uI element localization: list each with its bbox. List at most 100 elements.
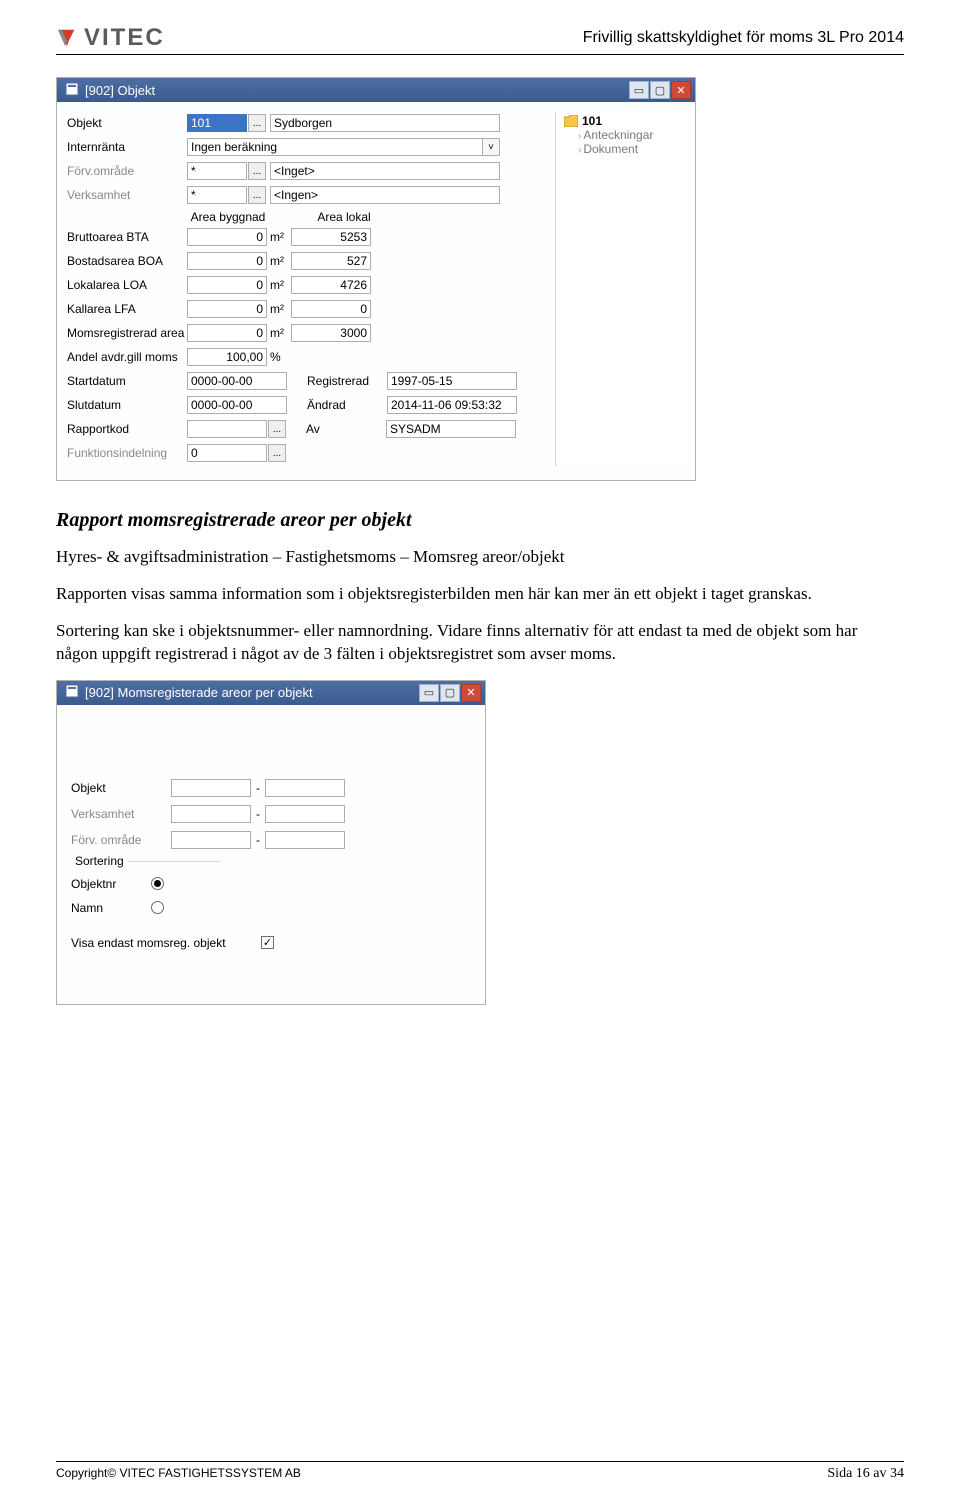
window2-title: [902] Momsregisterade areor per objekt [85,685,313,700]
forv-lookup-button[interactable]: ... [248,162,266,180]
doc-header: VITEC Frivillig skattskyldighet för moms… [56,24,904,55]
loa-l-input[interactable] [291,276,371,294]
label-rapportkod: Rapportkod [67,422,187,436]
verks-lookup-button[interactable]: ... [248,186,266,204]
radio-objektnr[interactable] [151,877,164,890]
boa-l-input[interactable] [291,252,371,270]
sortering-group: Sortering Objektnr Namn [71,861,221,918]
window-title: [902] Objekt [85,83,155,98]
w2-objekt-to[interactable] [265,779,345,797]
andel-input[interactable] [187,348,267,366]
checkbox-visa-momsreg[interactable]: ✓ [261,936,274,949]
tree-item-anteckningar[interactable]: ›Anteckningar [564,128,685,142]
body-p3: Sortering kan ske i objektsnummer- eller… [56,620,896,666]
close-button[interactable]: ✕ [461,684,481,702]
lfa-l-input[interactable] [291,300,371,318]
label-boa: Bostadsarea BOA [67,254,187,268]
body-p2: Rapporten visas samma information som i … [56,583,896,606]
objekt-lookup-button[interactable]: ... [248,114,266,132]
forv-code-input[interactable] [187,162,247,180]
startdatum-input[interactable] [187,372,287,390]
label-lfa: Kallarea LFA [67,302,187,316]
label-startdatum: Startdatum [67,374,187,388]
label-forv: Förv.område [67,164,187,178]
label-registrerad: Registrerad [307,374,387,388]
w2-forv-from[interactable] [171,831,251,849]
lfa-b-input[interactable] [187,300,267,318]
slutdatum-input[interactable] [187,396,287,414]
w2-objekt-from[interactable] [171,779,251,797]
titlebar: [902] Objekt ▭ ▢ ✕ [57,78,695,102]
funk-lookup-button[interactable]: ... [268,444,286,462]
verks-name-input[interactable] [270,186,500,204]
w2-label-objekt: Objekt [71,781,171,795]
rapportkod-input[interactable] [187,420,267,438]
w2-forv-to[interactable] [265,831,345,849]
label-funk: Funktionsindelning [67,446,187,460]
logo-text: VITEC [84,24,165,52]
colhead-byggnad: Area byggnad [187,210,269,224]
dash: - [251,781,265,795]
minimize-button[interactable]: ▭ [419,684,439,702]
app-icon [65,82,79,99]
momsreg-window: [902] Momsregisterade areor per objekt ▭… [56,680,486,1005]
label-verks: Verksamhet [67,188,187,202]
verks-code-input[interactable] [187,186,247,204]
forv-name-input[interactable] [270,162,500,180]
w2-label-visa: Visa endast momsreg. objekt [71,936,261,950]
objekt-id-input[interactable] [187,114,247,132]
label-andrad: Ändrad [307,398,387,412]
titlebar-2: [902] Momsregisterade areor per objekt ▭… [57,681,485,705]
maximize-button[interactable]: ▢ [440,684,460,702]
label-slutdatum: Slutdatum [67,398,187,412]
body-p1: Hyres- & avgiftsadministration – Fastigh… [56,546,896,569]
label-objekt: Objekt [67,116,187,130]
tree-item-dokument[interactable]: ›Dokument [564,142,685,156]
label-loa: Lokalarea LOA [67,278,187,292]
funk-input[interactable] [187,444,267,462]
label-andel: Andel avdr.gill moms [67,350,187,364]
objekt-name-input[interactable] [270,114,500,132]
minimize-button[interactable]: ▭ [629,81,649,99]
av-input [386,420,516,438]
label-av: Av [306,422,386,436]
footer-page: Sida 16 av 34 [827,1466,904,1482]
page-footer: Copyright© VITEC FASTIGHETSSYSTEM AB Sid… [56,1461,904,1482]
loa-b-input[interactable] [187,276,267,294]
tree-root[interactable]: 101 [564,114,685,128]
internranta-select[interactable] [187,138,483,156]
andrad-input [387,396,517,414]
section-heading: Rapport momsregistrerade areor per objek… [56,509,904,532]
footer-copyright: Copyright© VITEC FASTIGHETSSYSTEM AB [56,1466,301,1482]
momsarea-b-input[interactable] [187,324,267,342]
internranta-dropdown-icon[interactable]: ˅ [482,138,500,156]
nav-tree: 101 ›Anteckningar ›Dokument [555,112,685,466]
momsarea-l-input[interactable] [291,324,371,342]
registrerad-input [387,372,517,390]
logo: VITEC [56,24,165,52]
app-icon [65,684,79,701]
bta-l-input[interactable] [291,228,371,246]
boa-b-input[interactable] [187,252,267,270]
colhead-lokal: Area lokal [299,210,389,224]
folder-icon [564,115,578,127]
w2-label-verks: Verksamhet [71,807,171,821]
w2-verks-to[interactable] [265,805,345,823]
doc-title: Frivillig skattskyldighet för moms 3L Pr… [583,29,904,47]
sortering-title: Sortering [71,854,128,868]
rapportkod-lookup-button[interactable]: ... [268,420,286,438]
logo-icon [56,27,78,49]
maximize-button[interactable]: ▢ [650,81,670,99]
label-internranta: Internränta [67,140,187,154]
bta-b-input[interactable] [187,228,267,246]
w2-label-forv: Förv. område [71,833,171,847]
radio-label-namn: Namn [71,901,151,915]
label-bta: Bruttoarea BTA [67,230,187,244]
unit-m2: m² [267,230,291,244]
w2-verks-from[interactable] [171,805,251,823]
close-button[interactable]: ✕ [671,81,691,99]
unit-pct: % [267,350,291,364]
label-momsarea: Momsregistrerad area [67,326,187,340]
radio-namn[interactable] [151,901,164,914]
objekt-window: [902] Objekt ▭ ▢ ✕ Objekt ... Internränt… [56,77,696,481]
